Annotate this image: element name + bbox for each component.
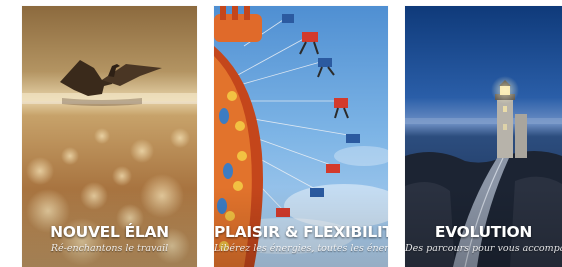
- card-title: EVOLUTION: [434, 223, 533, 241]
- card-title: PLAISIR & FLEXIBILITÉ: [214, 223, 388, 241]
- card-plaisir-flexibilite[interactable]: PLAISIR & FLEXIBILITÉ Libérez les énergi…: [214, 6, 388, 267]
- card-subtitle: Ré-enchantons le travail: [50, 243, 169, 254]
- card-title: NOUVEL ÉLAN: [50, 223, 169, 241]
- card-subtitle: Libérez les énergies, toutes les énergie…: [214, 243, 388, 254]
- card-evolution[interactable]: EVOLUTION Des parcours pour vous accompa…: [405, 6, 562, 267]
- card-nouvel-elan[interactable]: NOUVEL ÉLAN Ré-enchantons le travail: [22, 6, 197, 267]
- card-subtitle: Des parcours pour vous accompagner: [405, 243, 562, 254]
